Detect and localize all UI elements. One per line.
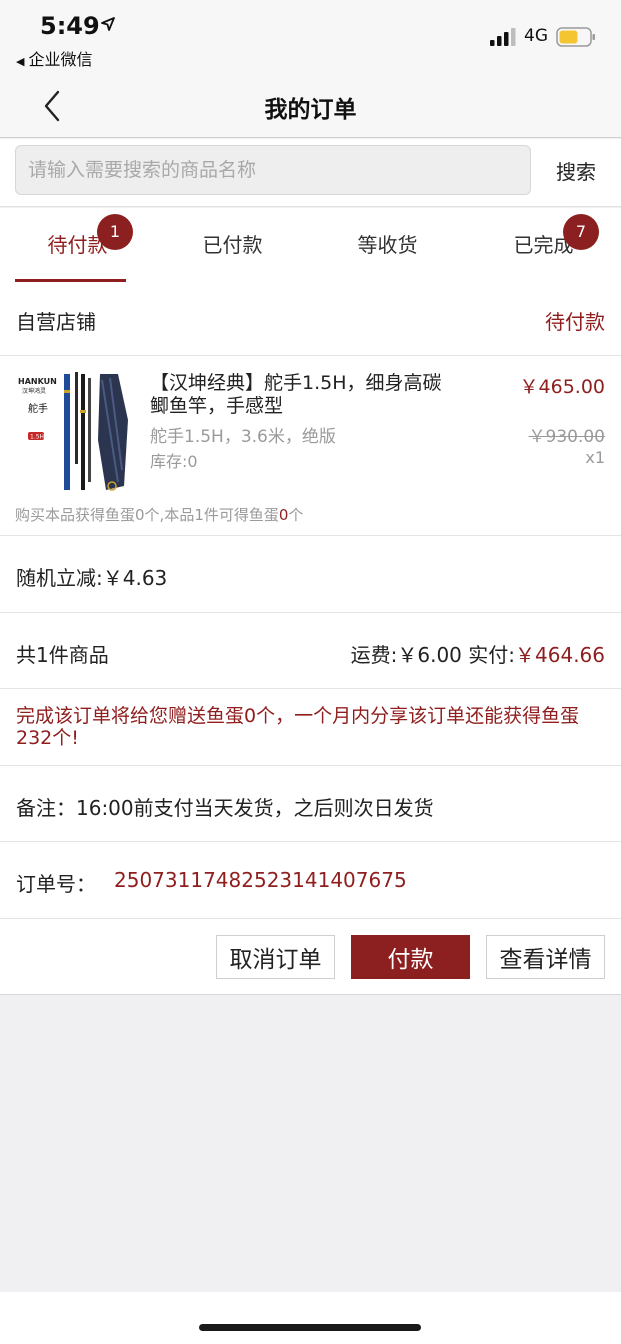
tab-label: 等收货 xyxy=(357,233,418,257)
order-status: 待付款 xyxy=(545,310,605,334)
tab-completed[interactable]: 已完成 xyxy=(466,208,621,282)
search-input[interactable] xyxy=(15,145,531,195)
bottom-safe-area xyxy=(0,1292,621,1344)
cancel-order-button[interactable]: 取消订单 xyxy=(216,935,335,979)
total-row: 共1件商品 运费:￥6.00 实付:￥464.66 xyxy=(0,613,621,689)
view-details-button[interactable]: 查看详情 xyxy=(486,935,605,979)
reward-notice-row: 完成该订单将给您赠送鱼蛋0个，一个月内分享该订单还能获得鱼蛋232个! xyxy=(0,689,621,766)
thumb-tag: 1.5H xyxy=(30,434,44,441)
back-to-app[interactable]: ◀ 企业微信 xyxy=(16,46,92,70)
order-card: 自营店铺 待付款 HANKUN 汉坤鸿灵 舵手 1.5H 【汉坤经典】舵手1.5… xyxy=(0,282,621,995)
status-bar: 5:49 ◀ 企业微信 4G xyxy=(0,0,621,80)
reward-suffix: 个 xyxy=(288,506,304,524)
tab-badge-pending-payment: 1 xyxy=(97,214,133,250)
reward-count: 0 xyxy=(278,506,289,524)
home-indicator[interactable] xyxy=(199,1324,421,1331)
shop-name: 自营店铺 xyxy=(16,310,96,334)
reward-notice: 完成该订单将给您赠送鱼蛋0个，一个月内分享该订单还能获得鱼蛋232个! xyxy=(16,705,580,749)
shipping-value: ￥6.00 xyxy=(397,643,462,667)
tab-awaiting-receipt[interactable]: 等收货 xyxy=(310,208,465,282)
order-status-tabs: 待付款 1 已付款 等收货 已完成 7 xyxy=(0,208,621,282)
product-reward-text: 购买本品获得鱼蛋0个,本品1件可得鱼蛋0个 xyxy=(15,504,303,525)
order-number-row: 订单号： 25073117482523141407675 xyxy=(0,842,621,919)
tab-paid[interactable]: 已付款 xyxy=(155,208,310,282)
paid-value: ￥464.66 xyxy=(515,643,605,667)
order-remark: 备注：16:00前支付当天发货，之后则次日发货 xyxy=(16,796,434,820)
product-title: 【汉坤经典】舵手1.5H，细身高碳鲫鱼竿，手感型 xyxy=(150,372,442,417)
paid-label: 实付: xyxy=(468,643,516,667)
product-price: ￥465.00 xyxy=(519,376,605,398)
product-image: HANKUN 汉坤鸿灵 舵手 1.5H xyxy=(14,370,132,494)
tab-label: 已付款 xyxy=(202,233,263,257)
search-button[interactable]: 搜索 xyxy=(546,145,606,195)
thumb-brand-cn: 汉坤鸿灵 xyxy=(22,387,46,395)
page-title: 我的订单 xyxy=(264,97,357,123)
payment-summary: 运费:￥6.00 实付:￥464.66 xyxy=(351,639,605,668)
back-app-label: 企业微信 xyxy=(28,50,93,69)
battery-icon xyxy=(556,27,595,47)
status-time: 5:49 xyxy=(40,12,100,40)
network-type: 4G xyxy=(524,26,548,46)
shop-row: 自营店铺 待付款 xyxy=(0,282,621,356)
product-quantity: x1 xyxy=(585,448,605,467)
reward-prefix: 购买本品获得鱼蛋0个,本品1件可得鱼蛋 xyxy=(15,506,279,524)
product-item[interactable]: HANKUN 汉坤鸿灵 舵手 1.5H 【汉坤经典】舵手1.5H，细身高碳鲫鱼竿… xyxy=(0,356,621,536)
tab-badge-completed: 7 xyxy=(563,214,599,250)
shipping-label: 运费: xyxy=(350,643,398,667)
order-number-value: 25073117482523141407675 xyxy=(114,868,407,892)
nav-bar: 我的订单 xyxy=(0,80,621,138)
item-count: 共1件商品 xyxy=(16,643,109,667)
remark-row: 备注：16:00前支付当天发货，之后则次日发货 xyxy=(0,766,621,842)
back-triangle-icon: ◀ xyxy=(16,55,25,68)
product-stock: 库存:0 xyxy=(150,452,198,471)
product-original-price: ￥930.00 xyxy=(528,427,605,447)
thumb-brand: HANKUN xyxy=(18,377,57,386)
product-spec: 舵手1.5H，3.6米，绝版 xyxy=(150,427,336,447)
random-discount: 随机立减:￥4.63 xyxy=(16,566,168,590)
thumb-model: 舵手 xyxy=(28,402,48,415)
order-actions: 取消订单 付款 查看详情 xyxy=(0,919,621,995)
order-number-label: 订单号： xyxy=(16,872,96,896)
location-arrow-icon xyxy=(101,17,115,31)
discount-row: 随机立减:￥4.63 xyxy=(0,536,621,613)
search-bar: 搜索 xyxy=(0,139,621,207)
cellular-signal-icon xyxy=(490,28,516,46)
pay-button[interactable]: 付款 xyxy=(351,935,470,979)
tab-pending-payment[interactable]: 待付款 xyxy=(0,208,155,282)
